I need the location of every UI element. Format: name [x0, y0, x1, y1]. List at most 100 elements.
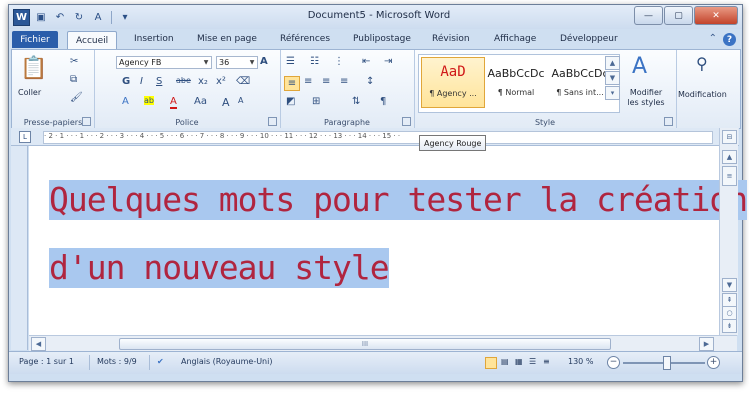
- modify-styles-label[interactable]: Modifier les styles: [624, 88, 668, 108]
- help-icon[interactable]: ?: [723, 33, 736, 46]
- browse-object-icon[interactable]: ○: [722, 306, 737, 320]
- print-layout-icon[interactable]: [485, 357, 497, 369]
- web-layout-icon[interactable]: ▦: [515, 357, 523, 366]
- tab-accueil[interactable]: Accueil: [67, 31, 118, 49]
- decrease-indent-icon[interactable]: ⇤: [362, 56, 370, 67]
- gallery-up-icon[interactable]: ▲: [605, 56, 620, 70]
- clear-formatting-icon[interactable]: ⌫: [236, 76, 250, 87]
- copy-icon[interactable]: ⧉: [70, 74, 77, 85]
- zoom-out-icon[interactable]: −: [607, 356, 620, 369]
- font-size-combo[interactable]: 36 ▼: [216, 56, 258, 69]
- full-screen-reading-icon[interactable]: ▤: [501, 357, 509, 366]
- highlight-icon[interactable]: ab: [144, 96, 154, 105]
- selected-text-line[interactable]: d'un nouveau style: [49, 248, 390, 288]
- bold-button[interactable]: G: [122, 76, 130, 87]
- redo-icon[interactable]: ↻: [71, 10, 87, 25]
- style-item-normal[interactable]: AaBbCcDc ¶ Normal: [485, 57, 547, 106]
- styles-launcher-icon[interactable]: [664, 117, 673, 126]
- increase-indent-icon[interactable]: ⇥: [384, 56, 392, 67]
- draft-icon[interactable]: ≡: [543, 357, 550, 366]
- zoom-slider-thumb[interactable]: [663, 356, 671, 370]
- format-icon[interactable]: A: [90, 10, 106, 25]
- previous-page-icon[interactable]: ⇞: [722, 293, 737, 307]
- next-page-icon[interactable]: ⇟: [722, 319, 737, 333]
- font-name-combo[interactable]: Agency FB ▼: [116, 56, 212, 69]
- page-count[interactable]: Page : 1 sur 1: [19, 357, 74, 366]
- tab-references[interactable]: Références: [280, 34, 330, 44]
- word-count[interactable]: Mots : 9/9: [97, 357, 137, 366]
- horizontal-scroll-thumb[interactable]: III: [119, 338, 611, 350]
- paste-label[interactable]: Coller: [18, 88, 41, 97]
- tab-developpeur[interactable]: Développeur: [560, 34, 618, 44]
- proofing-icon[interactable]: ✔: [157, 357, 164, 366]
- outline-icon[interactable]: ☰: [529, 357, 536, 366]
- multilevel-list-icon[interactable]: ⋮: [334, 56, 344, 67]
- ruler-toggle-icon[interactable]: ⊟: [722, 130, 737, 144]
- style-item-sans-interligne[interactable]: AaBbCcDc ¶ Sans int...: [549, 57, 611, 106]
- tab-mise-en-page[interactable]: Mise en page: [197, 34, 257, 44]
- font-launcher-icon[interactable]: [268, 117, 277, 126]
- horizontal-scrollbar[interactable]: ◀ III ▶: [29, 335, 737, 351]
- grow-font-button[interactable]: A: [222, 96, 230, 109]
- paragraph-launcher-icon[interactable]: [402, 117, 411, 126]
- scroll-thumb[interactable]: ≡: [722, 166, 737, 186]
- undo-icon[interactable]: ↶: [52, 10, 68, 25]
- gallery-down-icon[interactable]: ▼: [605, 71, 620, 85]
- change-case-button[interactable]: Aa: [194, 96, 207, 107]
- format-painter-icon[interactable]: 🖌: [70, 92, 83, 103]
- close-button[interactable]: ✕: [694, 6, 738, 25]
- clipboard-launcher-icon[interactable]: [82, 117, 91, 126]
- zoom-level[interactable]: 130 %: [568, 357, 593, 366]
- sort-icon[interactable]: ⇅: [352, 96, 360, 107]
- numbering-icon[interactable]: ☷: [310, 56, 319, 67]
- line-spacing-icon[interactable]: ↕: [366, 76, 374, 87]
- shading-icon[interactable]: ◩: [286, 96, 295, 107]
- align-left-icon[interactable]: ≡: [284, 76, 300, 91]
- text-effects-icon[interactable]: A: [122, 96, 129, 107]
- shrink-font-button[interactable]: A: [238, 96, 243, 105]
- collapse-ribbon-icon[interactable]: ⌃: [709, 33, 717, 46]
- horizontal-ruler[interactable]: L · 2 · 1 · · · 1 · · · 2 · · · 3 · · · …: [11, 128, 739, 146]
- vertical-scrollbar[interactable]: ⊟ ▲ ≡ ▼ ⇞ ○ ⇟: [719, 128, 738, 335]
- cut-icon[interactable]: ✂: [70, 56, 78, 67]
- scroll-down-icon[interactable]: ▼: [722, 278, 737, 292]
- scroll-left-icon[interactable]: ◀: [31, 337, 46, 351]
- chevron-down-icon[interactable]: ▼: [248, 58, 256, 67]
- scroll-right-icon[interactable]: ▶: [699, 337, 714, 351]
- selected-text-line[interactable]: Quelques mots pour tester la création: [49, 180, 748, 220]
- tab-revision[interactable]: Révision: [432, 34, 470, 44]
- tab-insertion[interactable]: Insertion: [134, 34, 174, 44]
- binoculars-icon[interactable]: ⚲: [696, 54, 708, 73]
- editing-label[interactable]: Modification: [678, 90, 727, 99]
- language-status[interactable]: Anglais (Royaume-Uni): [181, 357, 272, 366]
- font-color-icon[interactable]: A: [170, 96, 177, 109]
- maximize-button[interactable]: ▢: [664, 6, 693, 25]
- tab-fichier[interactable]: Fichier: [12, 31, 58, 48]
- superscript-button[interactable]: x²: [216, 76, 226, 87]
- tab-publipostage[interactable]: Publipostage: [353, 34, 411, 44]
- save-icon[interactable]: ▣: [33, 10, 49, 25]
- paste-icon[interactable]: 📋: [20, 56, 47, 81]
- show-marks-icon[interactable]: ¶: [380, 96, 386, 107]
- underline-button[interactable]: S: [156, 76, 162, 87]
- style-item-agency[interactable]: AaD ¶ Agency ...: [421, 57, 485, 108]
- minimize-button[interactable]: —: [634, 6, 663, 25]
- borders-icon[interactable]: ⊞: [312, 96, 320, 107]
- bullets-icon[interactable]: ☰: [286, 56, 295, 67]
- change-styles-icon[interactable]: A: [632, 54, 647, 79]
- chevron-down-icon[interactable]: ▼: [202, 58, 210, 67]
- justify-icon[interactable]: ≡: [340, 76, 348, 87]
- vertical-ruler[interactable]: [11, 146, 28, 350]
- align-right-icon[interactable]: ≡: [322, 76, 330, 87]
- zoom-in-icon[interactable]: +: [707, 356, 720, 369]
- tab-selector-icon[interactable]: L: [19, 131, 31, 143]
- customize-icon[interactable]: ▾: [117, 10, 133, 25]
- strikethrough-button[interactable]: abe: [176, 76, 191, 85]
- subscript-button[interactable]: x₂: [198, 76, 208, 87]
- tab-affichage[interactable]: Affichage: [494, 34, 536, 44]
- scroll-up-icon[interactable]: ▲: [722, 150, 737, 164]
- align-center-icon[interactable]: ≡: [304, 76, 312, 87]
- gallery-more-icon[interactable]: ▾: [605, 86, 620, 100]
- italic-button[interactable]: I: [140, 76, 143, 87]
- document-page[interactable]: Quelques mots pour tester la création d'…: [29, 146, 748, 335]
